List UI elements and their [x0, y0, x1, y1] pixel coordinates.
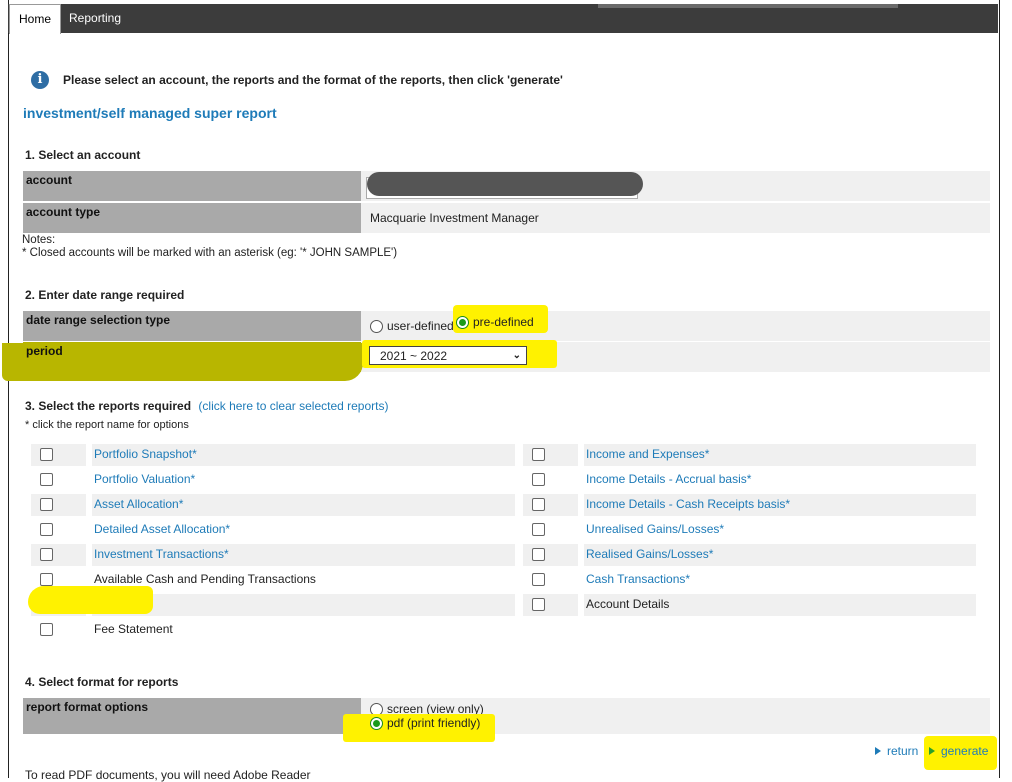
banner-decoration — [598, 4, 898, 8]
report-checkbox[interactable] — [40, 473, 53, 486]
generate-label: generate — [941, 744, 989, 758]
arrow-right-icon — [929, 747, 935, 755]
report-name: Available Cash and Pending Transactions — [94, 572, 316, 586]
column-divider — [578, 444, 584, 466]
notes-label: Notes: — [22, 234, 56, 246]
adobe-reader-note: To read PDF documents, you will need Ado… — [25, 768, 311, 782]
account-select[interactable] — [366, 172, 643, 199]
report-name[interactable]: Detailed Asset Allocation* — [94, 522, 230, 536]
report-checkbox[interactable] — [532, 448, 545, 461]
account-type-value: Macquarie Investment Manager — [370, 211, 539, 225]
column-divider — [578, 594, 584, 616]
chevron-down-icon: ⌄ — [512, 350, 521, 361]
report-name[interactable]: Unrealised Gains/Losses* — [586, 522, 724, 536]
account-row: account — [23, 171, 990, 201]
column-divider — [86, 469, 92, 491]
info-icon: i — [31, 71, 49, 89]
report-checkbox[interactable] — [40, 573, 53, 586]
period-label-text: period — [26, 344, 63, 358]
report-name: Fee Statement — [94, 622, 173, 636]
account-label: account — [23, 171, 361, 201]
column-divider — [86, 444, 92, 466]
clear-selected-reports-link[interactable]: (click here to clear selected reports) — [198, 399, 388, 413]
tab-home[interactable]: Home — [9, 4, 62, 34]
return-button[interactable]: return — [875, 744, 918, 758]
section-3-heading: 3. Select the reports required — [25, 399, 192, 413]
report-name[interactable]: Asset Allocation* — [94, 497, 183, 511]
report-checkbox[interactable] — [532, 598, 545, 611]
return-label: return — [887, 744, 919, 758]
date-range-type-label: date range selection type — [23, 311, 361, 341]
report-checkbox[interactable] — [532, 548, 545, 561]
account-type-row: account type Macquarie Investment Manage… — [23, 203, 990, 233]
notes: Notes: * Closed accounts will be marked … — [22, 234, 397, 260]
generate-button[interactable]: generate — [929, 744, 988, 758]
report-format-row: report format options — [23, 698, 990, 734]
report-options-hint: * click the report name for options — [25, 419, 189, 431]
report-checkbox[interactable] — [532, 523, 545, 536]
user-defined-label: user-defined — [387, 319, 454, 333]
tab-reporting[interactable]: Reporting — [60, 4, 130, 33]
column-divider — [86, 494, 92, 516]
pdf-option-label: pdf (print friendly) — [387, 716, 481, 730]
period-select[interactable]: 2021 ~ 2022 ⌄ — [369, 346, 527, 365]
report-name[interactable]: Income Details - Accrual basis* — [586, 472, 751, 486]
pre-defined-label: pre-defined — [473, 315, 534, 329]
section-2-heading: 2. Enter date range required — [25, 288, 185, 302]
account-type-label: account type — [23, 203, 361, 233]
column-divider — [578, 469, 584, 491]
radio-pdf[interactable] — [370, 716, 383, 730]
arrow-right-icon — [875, 747, 881, 755]
report-checkbox[interactable] — [40, 623, 53, 636]
section-4-heading: 4. Select format for reports — [25, 675, 179, 689]
report-checkbox[interactable] — [532, 573, 545, 586]
report-format-label: report format options — [23, 698, 361, 734]
report-name[interactable]: Income Details - Cash Receipts basis* — [586, 497, 790, 511]
column-divider — [578, 519, 584, 541]
report-checkbox[interactable] — [40, 548, 53, 561]
notes-text: * Closed accounts will be marked with an… — [22, 247, 398, 259]
radio-user-defined[interactable] — [370, 319, 383, 333]
redacted-account-name — [367, 172, 643, 196]
report-checkbox[interactable] — [40, 448, 53, 461]
info-message: i Please select an account, the reports … — [31, 70, 563, 90]
column-divider — [86, 619, 92, 641]
report-name[interactable]: Portfolio Valuation* — [94, 472, 195, 486]
report-checkbox[interactable] — [40, 498, 53, 511]
column-divider — [578, 494, 584, 516]
report-name[interactable]: Portfolio Snapshot* — [94, 447, 197, 461]
report-name[interactable]: Investment Transactions* — [94, 547, 229, 561]
report-checkbox[interactable] — [532, 473, 545, 486]
report-checkbox[interactable] — [40, 523, 53, 536]
report-name: Account Details — [586, 597, 670, 611]
top-nav-bar — [8, 4, 998, 33]
radio-pre-defined[interactable] — [456, 315, 469, 329]
section-1-heading: 1. Select an account — [25, 148, 141, 162]
report-name[interactable]: Cash Transactions* — [586, 572, 690, 586]
period-select-value: 2021 ~ 2022 — [380, 348, 448, 363]
report-name[interactable]: Realised Gains/Losses* — [586, 547, 713, 561]
column-divider — [578, 544, 584, 566]
column-divider — [578, 569, 584, 591]
column-divider — [86, 544, 92, 566]
report-checkbox[interactable] — [532, 498, 545, 511]
page-title: investment/self managed super report — [23, 105, 277, 121]
info-message-text: Please select an account, the reports an… — [63, 73, 563, 87]
report-name[interactable]: Income and Expenses* — [586, 447, 709, 461]
column-divider — [86, 519, 92, 541]
highlight-tax-report — [28, 586, 153, 614]
